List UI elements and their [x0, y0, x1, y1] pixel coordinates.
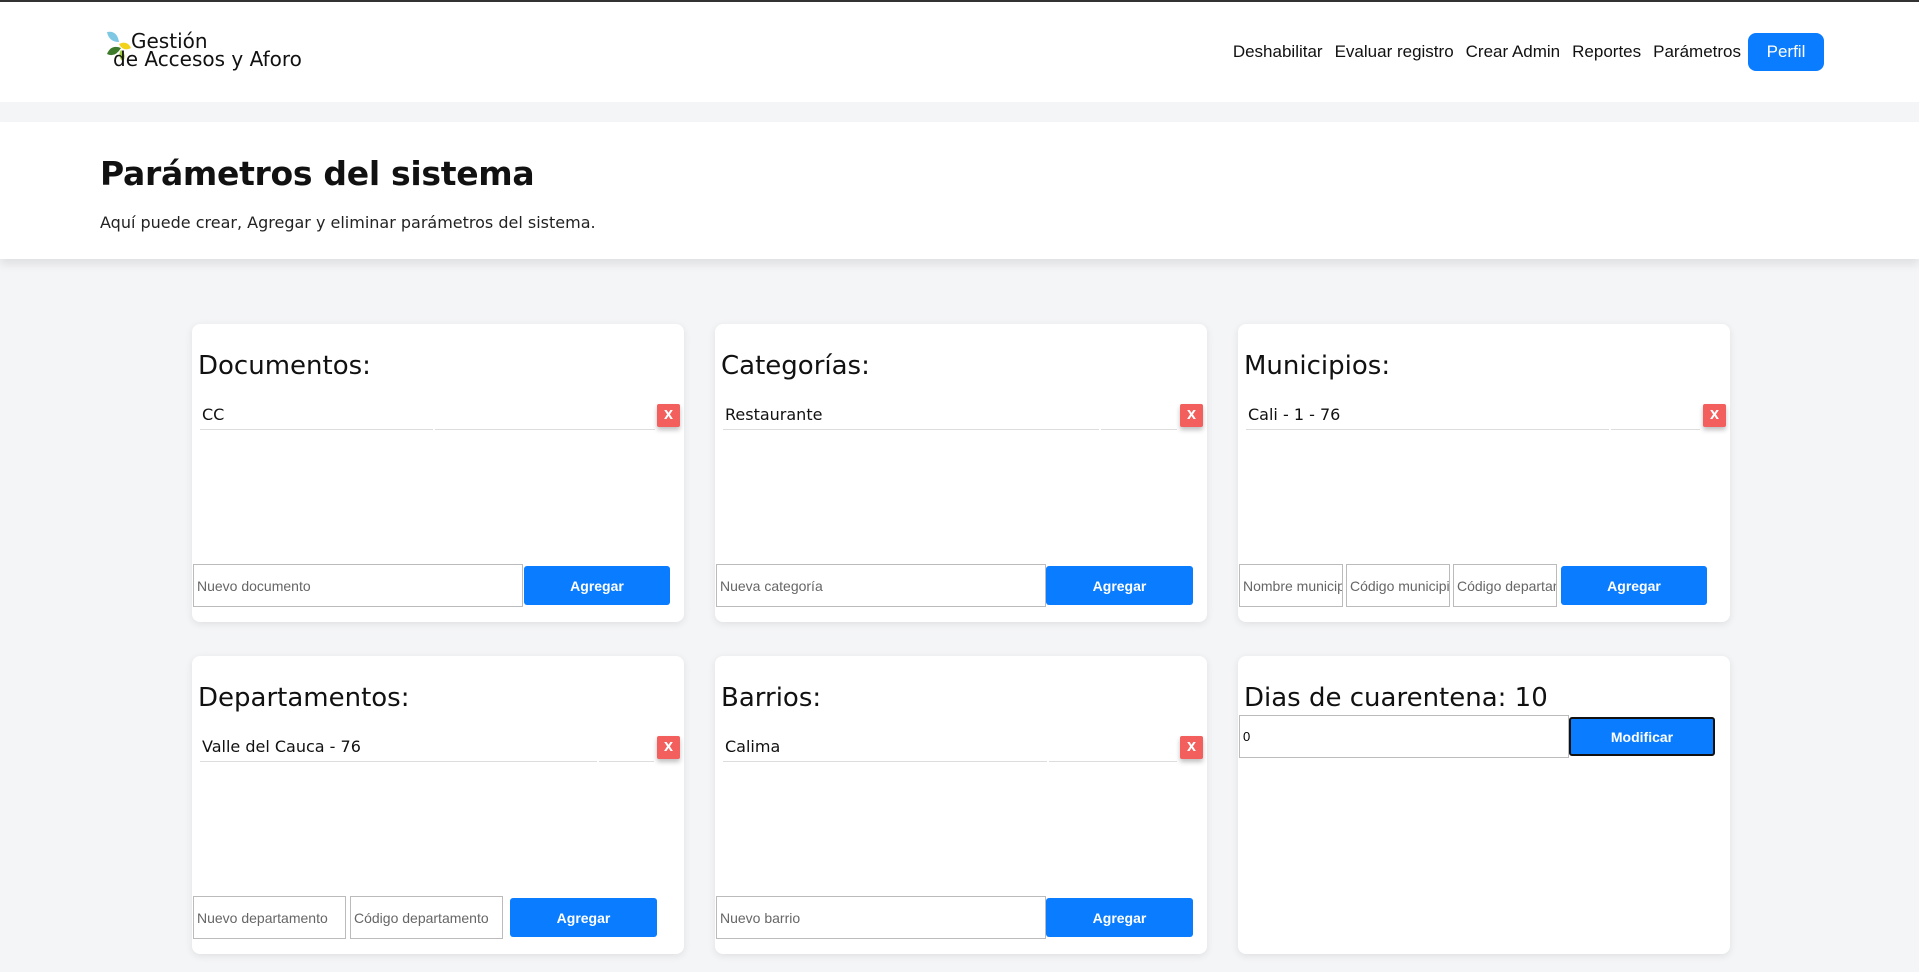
add-category-button[interactable]: Agregar: [1046, 566, 1193, 605]
add-document-button[interactable]: Agregar: [524, 566, 670, 605]
card-departamentos: Departamentos: Valle del Cauca - 76 X Ag…: [192, 656, 684, 954]
modify-quarantine-button[interactable]: Modificar: [1569, 717, 1715, 756]
card-cuarentena: Dias de cuarentena: 10 Modificar: [1238, 656, 1730, 954]
card-title-barrios: Barrios:: [721, 683, 822, 713]
item-secondary: [1101, 400, 1177, 430]
department-code-input[interactable]: [1453, 564, 1557, 607]
add-neighborhood-button[interactable]: Agregar: [1046, 898, 1193, 937]
card-title-documentos: Documentos:: [198, 351, 371, 381]
list-item: Restaurante X: [721, 400, 1203, 430]
item-secondary: [599, 732, 654, 762]
nav-link-parametros[interactable]: Parámetros: [1653, 42, 1741, 62]
card-barrios: Barrios: Calima X Agregar: [715, 656, 1207, 954]
card-categorias: Categorías: Restaurante X Agregar: [715, 324, 1207, 622]
list-item: Calima X: [721, 732, 1203, 762]
new-department-input[interactable]: [193, 896, 346, 939]
nav-link-crear-admin[interactable]: Crear Admin: [1466, 42, 1560, 62]
page-title: Parámetros del sistema: [100, 154, 535, 193]
list-item: CC X: [198, 400, 680, 430]
list-item: Cali - 1 - 76 X: [1244, 400, 1726, 430]
delete-button[interactable]: X: [1180, 404, 1203, 427]
delete-button[interactable]: X: [657, 736, 680, 759]
item-secondary: [1049, 732, 1177, 762]
nav-link-evaluar-registro[interactable]: Evaluar registro: [1335, 42, 1454, 62]
page-description: Aquí puede crear, Agregar y eliminar par…: [100, 213, 596, 232]
item-value: Valle del Cauca - 76: [200, 732, 597, 762]
brand-logo[interactable]: Gestión de Accesos y Aforo: [105, 28, 305, 78]
nav-menu: Deshabilitar Evaluar registro Crear Admi…: [1221, 33, 1824, 71]
item-value: Cali - 1 - 76: [1246, 400, 1609, 430]
new-category-input[interactable]: [716, 564, 1046, 607]
item-secondary: [435, 400, 655, 430]
navbar: Gestión de Accesos y Aforo Deshabilitar …: [0, 2, 1919, 102]
delete-button[interactable]: X: [1703, 404, 1726, 427]
add-department-button[interactable]: Agregar: [510, 898, 657, 937]
municipality-name-input[interactable]: [1239, 564, 1343, 607]
item-value: Restaurante: [723, 400, 1099, 430]
item-value: CC: [200, 400, 433, 430]
municipality-code-input[interactable]: [1346, 564, 1450, 607]
profile-button[interactable]: Perfil: [1748, 33, 1824, 71]
department-code-input[interactable]: [350, 896, 503, 939]
card-documentos: Documentos: CC X Agregar: [192, 324, 684, 622]
card-title-categorias: Categorías:: [721, 351, 870, 381]
quarantine-days-input[interactable]: [1239, 715, 1569, 758]
item-secondary: [1611, 400, 1700, 430]
quarantine-days-title: Dias de cuarentena: 10: [1244, 683, 1548, 713]
item-value: Calima: [723, 732, 1047, 762]
nav-link-deshabilitar[interactable]: Deshabilitar: [1233, 42, 1323, 62]
brand-title-line2: de Accesos y Aforo: [113, 47, 302, 71]
card-title-municipios: Municipios:: [1244, 351, 1391, 381]
card-municipios: Municipios: Cali - 1 - 76 X Agregar: [1238, 324, 1730, 622]
new-document-input[interactable]: [193, 564, 523, 607]
add-municipality-button[interactable]: Agregar: [1561, 566, 1707, 605]
nav-link-reportes[interactable]: Reportes: [1572, 42, 1641, 62]
delete-button[interactable]: X: [657, 404, 680, 427]
page-header: Parámetros del sistema Aquí puede crear,…: [0, 122, 1919, 259]
card-title-departamentos: Departamentos:: [198, 683, 410, 713]
new-neighborhood-input[interactable]: [716, 896, 1046, 939]
delete-button[interactable]: X: [1180, 736, 1203, 759]
list-item: Valle del Cauca - 76 X: [198, 732, 680, 762]
